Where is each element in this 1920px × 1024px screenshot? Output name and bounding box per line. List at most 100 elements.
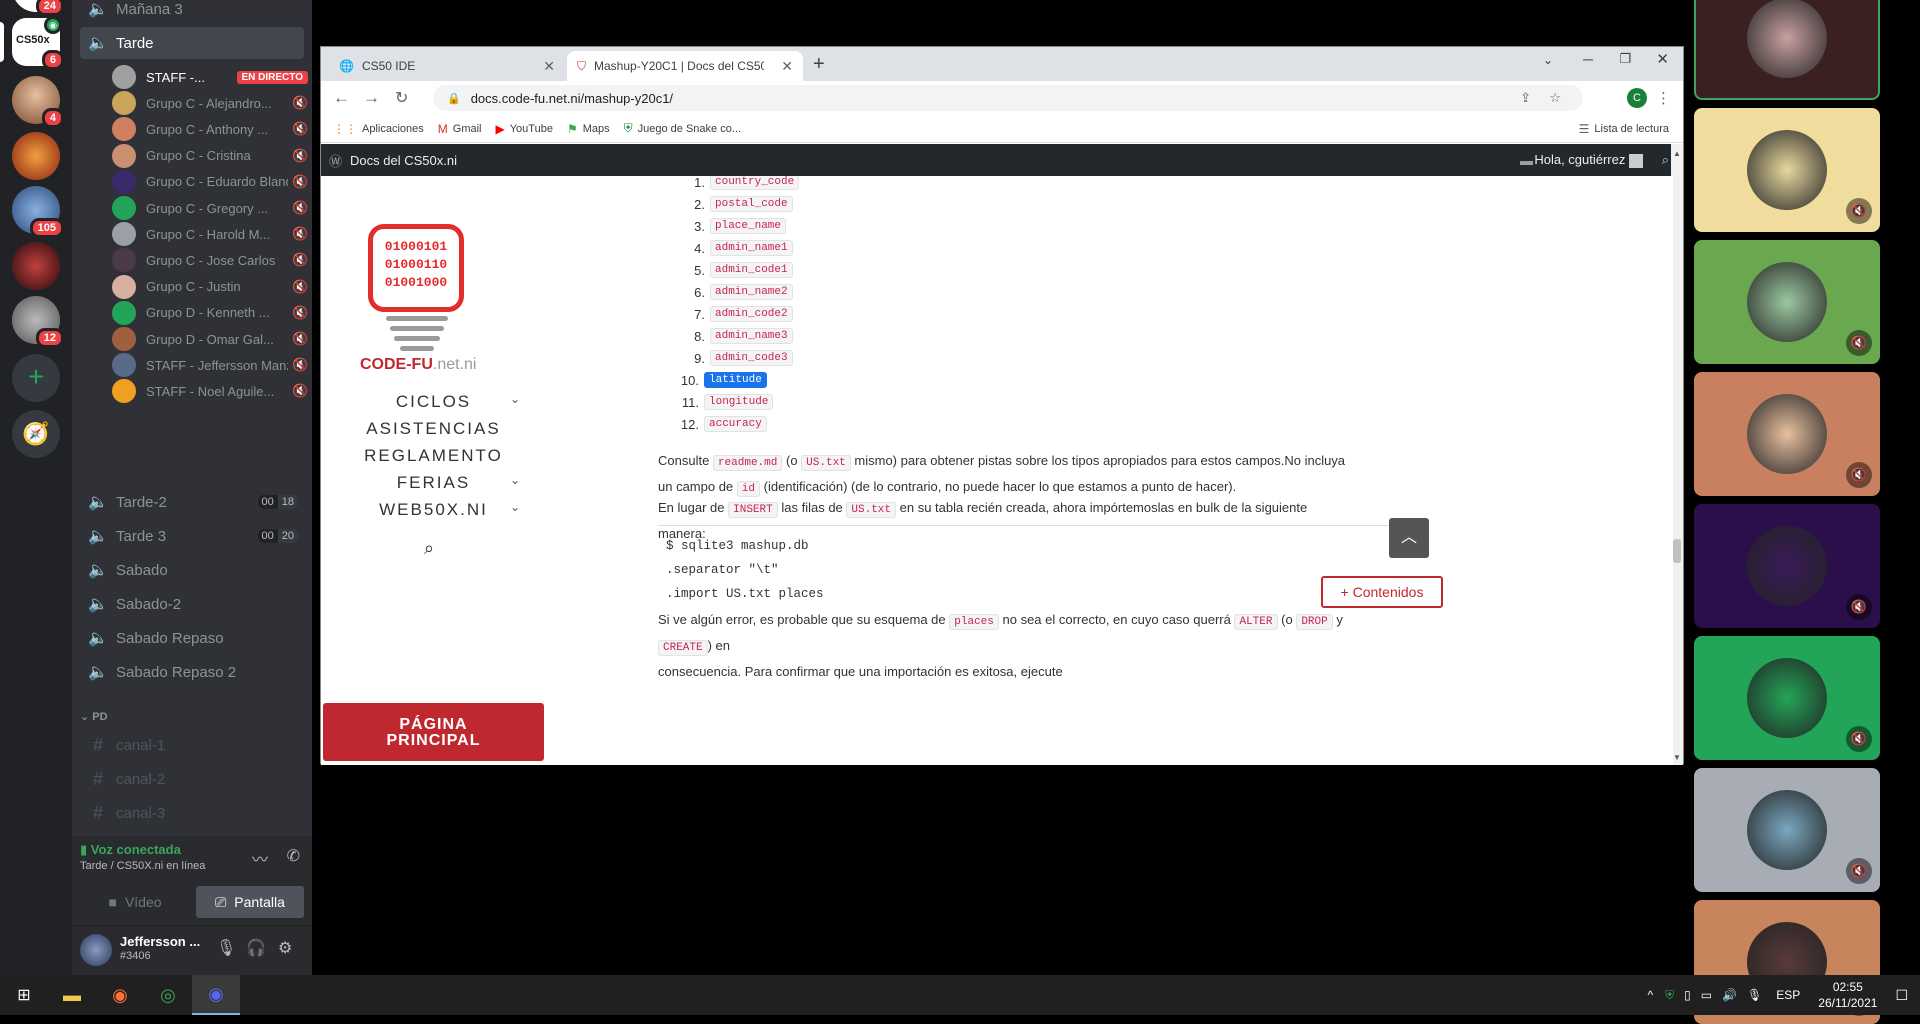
microphone-icon[interactable]: 🎙 [216, 938, 236, 958]
channel-name: Tarde 3 [116, 527, 167, 545]
avatar[interactable] [80, 934, 112, 966]
scroll-down-icon[interactable]: ▼ [1673, 753, 1681, 762]
field-name-code: place_name [710, 218, 787, 234]
chevron-up-icon[interactable]: ^ [1647, 988, 1653, 1002]
category-name: PD [92, 711, 108, 723]
noise-suppression-icon[interactable]: 〰 [252, 846, 268, 870]
language-indicator[interactable]: ESP [1776, 988, 1800, 1002]
voice-channel-sabado[interactable]: 🔈 Sabado [80, 554, 304, 586]
bookmark-gmail[interactable]: M Gmail [438, 122, 482, 136]
clock[interactable]: 02:55 26/11/2021 [1818, 979, 1877, 1011]
participant-tile[interactable]: 🔇 [1694, 768, 1880, 892]
reading-list[interactable]: ☰ Lista de lectura [1579, 122, 1669, 136]
server-3[interactable] [12, 132, 60, 180]
participant-tile[interactable]: 🔇 [1694, 504, 1880, 628]
close-window-icon[interactable]: ✕ [1656, 50, 1669, 68]
tab-search-icon[interactable]: ⌄ [1543, 53, 1553, 67]
headphones-icon[interactable]: 🎧 [246, 938, 266, 958]
usb-icon[interactable]: ▯ [1684, 988, 1691, 1002]
server-6[interactable]: 12 [12, 296, 64, 348]
inline-code: ALTER [1234, 614, 1278, 630]
microphone-icon[interactable]: 🎙 [1747, 988, 1762, 1002]
address-bar[interactable]: 🔒 docs.code-fu.net.ni/mashup-y20c1/ ⇪ ☆ [433, 85, 1583, 111]
video-button[interactable]: ■ Vídeo [80, 886, 190, 918]
voice-user[interactable]: STAFF - Noel Aguile... 🔇 [112, 376, 308, 406]
contents-button[interactable]: + Contenidos [1321, 576, 1443, 608]
menu-asistencias[interactable]: ASISTENCIAS [321, 419, 546, 439]
add-server-button[interactable]: + [12, 354, 60, 402]
notification-icon[interactable]: ☐ [1895, 987, 1908, 1004]
scrollbar-thumb[interactable] [1673, 539, 1681, 563]
reload-icon[interactable]: ↻ [395, 88, 408, 108]
participant-tile[interactable] [1694, 0, 1880, 100]
voice-channel-sabado-repaso[interactable]: 🔈 Sabado Repaso [80, 622, 304, 654]
bookmark-youtube[interactable]: ▶ YouTube [496, 122, 553, 136]
bookmark-maps[interactable]: ⚑ Maps [567, 122, 610, 136]
home-button[interactable]: PÁGINA PRINCIPAL [323, 703, 544, 761]
profile-avatar[interactable]: C [1627, 88, 1647, 108]
tab-mashup[interactable]: ⛉ Mashup-Y20C1 | Docs del CS50x ✕ [567, 51, 803, 81]
windows-start-icon[interactable]: ⊞ [0, 975, 48, 1015]
participant-tile[interactable]: 🔇 [1694, 372, 1880, 496]
participant-tile[interactable]: 🔇 [1694, 636, 1880, 760]
voice-channel-sabado-repaso-2[interactable]: 🔈 Sabado Repaso 2 [80, 656, 304, 688]
disconnect-icon[interactable]: ✆ [287, 846, 300, 866]
text-channel-canal-3[interactable]: # canal-3 [88, 798, 165, 828]
participant-tile[interactable]: 🔇 [1694, 240, 1880, 364]
server-cs50x-label: CS50x [16, 34, 50, 46]
network-icon[interactable]: ▭ [1701, 988, 1712, 1002]
wp-greeting[interactable]: Hola, cgutiérrez [1534, 152, 1643, 168]
menu-web50x[interactable]: WEB50X.NI ⌄ [321, 500, 546, 520]
menu-ferias[interactable]: FERIAS ⌄ [321, 473, 546, 493]
voice-channel-tarde-2[interactable]: 🔈 Tarde-2 00 18 [80, 486, 304, 518]
scroll-up-icon[interactable]: ▲ [1673, 149, 1681, 158]
bookmark-snake[interactable]: ⛨ Juego de Snake co... [624, 121, 741, 136]
file-explorer-icon[interactable]: ▬ [48, 975, 96, 1015]
kebab-menu-icon[interactable]: ⋮ [1656, 89, 1671, 107]
voice-channel-tarde[interactable]: 🔈 Tarde [80, 27, 304, 59]
discord-app-icon[interactable]: ◉ [192, 975, 240, 1015]
menu-reglamento[interactable]: REGLAMENTO [321, 446, 546, 466]
forward-icon[interactable]: → [363, 88, 380, 108]
back-icon[interactable]: ← [333, 88, 350, 108]
new-tab-button[interactable]: + [813, 53, 825, 76]
screen-share-button[interactable]: ⎚ Pantalla [196, 886, 304, 918]
tab-cs50-ide[interactable]: 🌐 CS50 IDE ✕ [329, 51, 565, 81]
gear-icon[interactable]: ⚙ [278, 938, 292, 958]
voice-location[interactable]: Tarde / CS50X.ni en línea [80, 860, 205, 872]
explore-servers-button[interactable]: 🧭 [12, 410, 60, 458]
search-icon[interactable]: ⌕ [424, 538, 434, 559]
menu-ciclos[interactable]: CICLOS ⌄ [321, 392, 546, 412]
text-channel-canal-2[interactable]: # canal-2 [88, 764, 165, 794]
volume-icon[interactable]: 🔊 [1722, 988, 1737, 1002]
share-icon[interactable]: ⇪ [1520, 90, 1531, 106]
text-channel-canal-1[interactable]: # canal-1 [88, 730, 165, 760]
comments-icon[interactable]: ▬ [1520, 153, 1533, 168]
close-icon[interactable]: ✕ [781, 58, 793, 75]
category-pd[interactable]: ⌄ PD [80, 710, 108, 723]
scroll-to-top-button[interactable]: ︿ [1389, 518, 1429, 558]
speaker-icon: 🔈 [88, 664, 108, 681]
server-4[interactable]: 105 [12, 186, 64, 238]
firefox-icon[interactable]: ◉ [96, 975, 144, 1015]
star-icon[interactable]: ☆ [1549, 90, 1561, 106]
search-icon[interactable]: ⌕ [1662, 152, 1669, 168]
avatar [112, 65, 136, 89]
server-5[interactable] [12, 242, 60, 290]
voice-channel-tarde-3[interactable]: 🔈 Tarde 3 00 20 [80, 520, 304, 552]
code-fu-logo[interactable]: 01000101 01000110 01001000 CODE-FU.net.n… [356, 216, 486, 373]
server-2[interactable]: 4 [12, 76, 64, 128]
server-cs50x[interactable]: CS50x ◉ 6 [0, 16, 64, 70]
bookmark-apps[interactable]: ⋮⋮ Aplicaciones [333, 122, 424, 136]
voice-channel-manana3[interactable]: 🔈 Mañana 3 [80, 0, 304, 25]
wp-site-link[interactable]: Docs del CS50x.ni [350, 153, 457, 168]
server-top[interactable]: 24 [12, 0, 64, 16]
restore-icon[interactable]: ❐ [1619, 51, 1631, 67]
wordpress-icon[interactable]: Ⓦ [329, 151, 342, 170]
close-icon[interactable]: ✕ [543, 58, 555, 75]
chrome-icon[interactable]: ◎ [144, 975, 192, 1015]
minimize-icon[interactable]: ─ [1583, 51, 1593, 67]
shield-icon[interactable]: ⛨ [1665, 988, 1674, 1003]
voice-channel-sabado-2[interactable]: 🔈 Sabado-2 [80, 588, 304, 620]
participant-tile[interactable]: 🔇 [1694, 108, 1880, 232]
